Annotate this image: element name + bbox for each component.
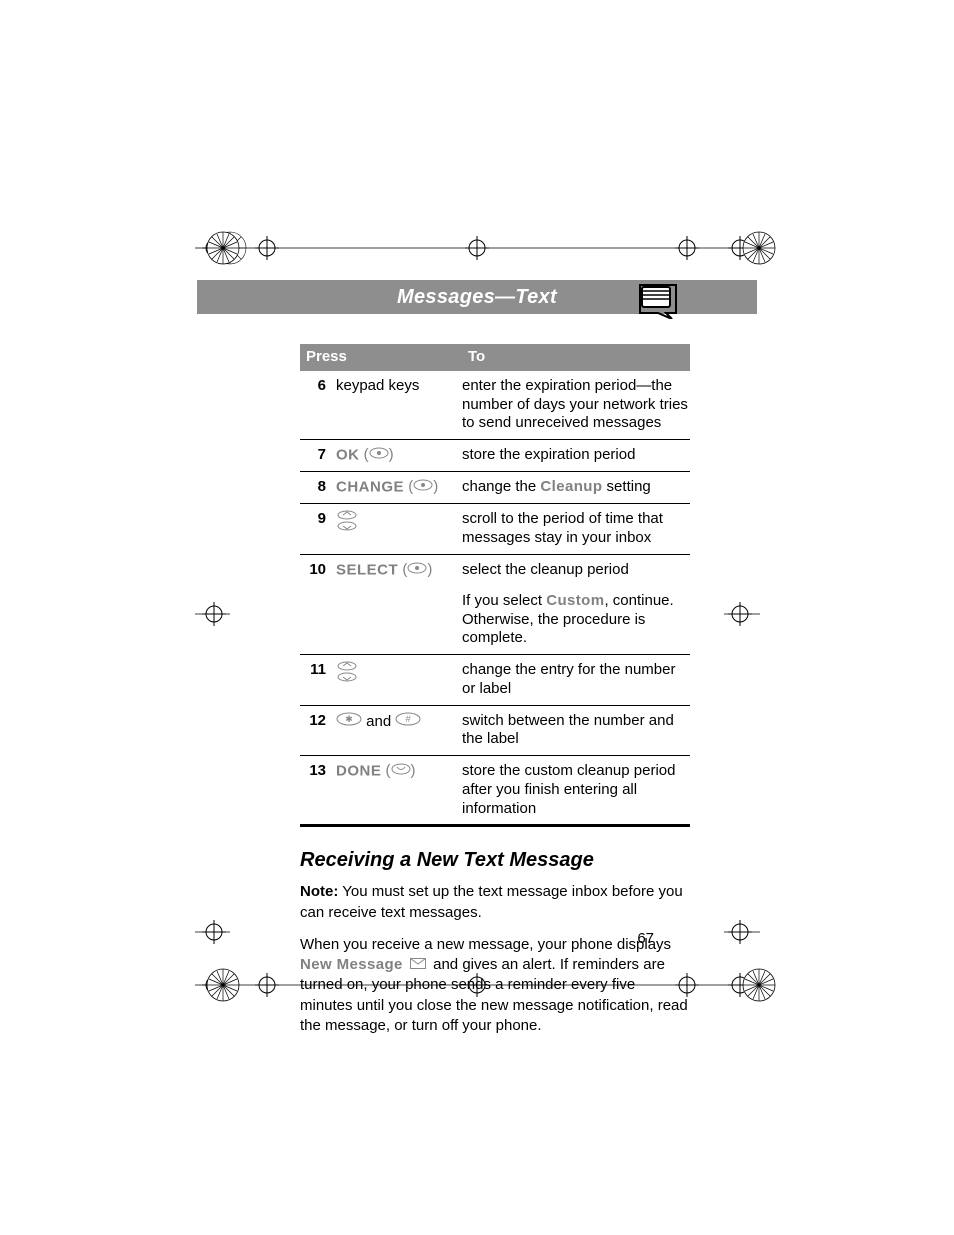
press-cell: SELECT () (336, 554, 462, 586)
envelope-icon (410, 955, 426, 975)
step-number: 12 (300, 705, 336, 756)
press-cell (336, 504, 462, 555)
starburst-icon (741, 967, 777, 1003)
note-label: Note: (300, 883, 338, 900)
press-cell: CHANGE () (336, 472, 462, 504)
messages-icon (636, 279, 680, 319)
desc-cell: scroll to the period of time that messag… (462, 504, 690, 555)
softkey-label: OK (336, 446, 360, 463)
steps-table: Press To 6 keypad keys enter the expirat… (300, 344, 690, 827)
table-row: 12 ✱ and # switch between the number and… (300, 705, 690, 756)
screen-text: Cleanup (540, 478, 602, 495)
scroll-up-down-icon (336, 510, 358, 538)
softkey-label: DONE (336, 762, 381, 779)
desc-cell: If you select Custom, continue. Otherwis… (462, 586, 690, 655)
note-paragraph: Note: You must set up the text message i… (300, 882, 690, 923)
starburst-icon (205, 230, 241, 266)
starburst-icon (205, 967, 241, 1003)
svg-text:✱: ✱ (345, 714, 353, 724)
step-number: 7 (300, 440, 336, 472)
table-header-row: Press To (300, 344, 690, 371)
table-row: 8 CHANGE () change the Cleanup setting (300, 472, 690, 504)
table-row: 10 SELECT () select the cleanup period (300, 554, 690, 586)
col-header-to: To (462, 344, 690, 371)
table-row: 13 DONE () store the custom cleanup peri… (300, 756, 690, 826)
press-cell: ✱ and # (336, 705, 462, 756)
desc-cell: switch between the number and the label (462, 705, 690, 756)
step-number: 10 (300, 554, 336, 586)
desc-cell: store the custom cleanup period after yo… (462, 756, 690, 826)
step-number: 11 (300, 655, 336, 706)
table-row-continued: If you select Custom, continue. Otherwis… (300, 586, 690, 655)
body-paragraph: When you receive a new message, your pho… (300, 935, 690, 1036)
softkey-label: SELECT (336, 561, 398, 578)
table-row: 7 OK () store the expiration period (300, 440, 690, 472)
page-number: 67 (637, 930, 654, 947)
softkey-label: CHANGE (336, 478, 404, 495)
scroll-up-down-icon (336, 661, 358, 689)
desc-cell: select the cleanup period (462, 554, 690, 586)
ok-key-icon (369, 446, 389, 465)
table-row: 11 change the entry for the number or la… (300, 655, 690, 706)
starburst-icon (741, 230, 777, 266)
desc-cell: change the Cleanup setting (462, 472, 690, 504)
done-key-icon (391, 762, 411, 781)
section-heading: Receiving a New Text Message (300, 849, 690, 872)
chapter-title: Messages—Text (397, 286, 557, 309)
press-cell (336, 655, 462, 706)
star-key-icon: ✱ (336, 712, 362, 732)
step-number: 6 (300, 371, 336, 440)
hash-key-icon: # (395, 712, 421, 732)
press-cell: DONE () (336, 756, 462, 826)
press-cell: keypad keys (336, 371, 462, 440)
svg-text:#: # (406, 714, 411, 724)
screen-text: New Message (300, 956, 403, 973)
desc-cell: store the expiration period (462, 440, 690, 472)
table-row: 6 keypad keys enter the expiration perio… (300, 371, 690, 440)
ok-key-icon (413, 478, 433, 497)
ok-key-icon (407, 561, 427, 580)
screen-text: Custom (546, 592, 604, 609)
step-number: 13 (300, 756, 336, 826)
step-number: 8 (300, 472, 336, 504)
desc-cell: enter the expiration period—the number o… (462, 371, 690, 440)
desc-cell: change the entry for the number or label (462, 655, 690, 706)
press-cell: OK () (336, 440, 462, 472)
table-row: 9 scroll to the period of time that mess… (300, 504, 690, 555)
col-header-press: Press (300, 344, 462, 371)
step-number: 9 (300, 504, 336, 555)
